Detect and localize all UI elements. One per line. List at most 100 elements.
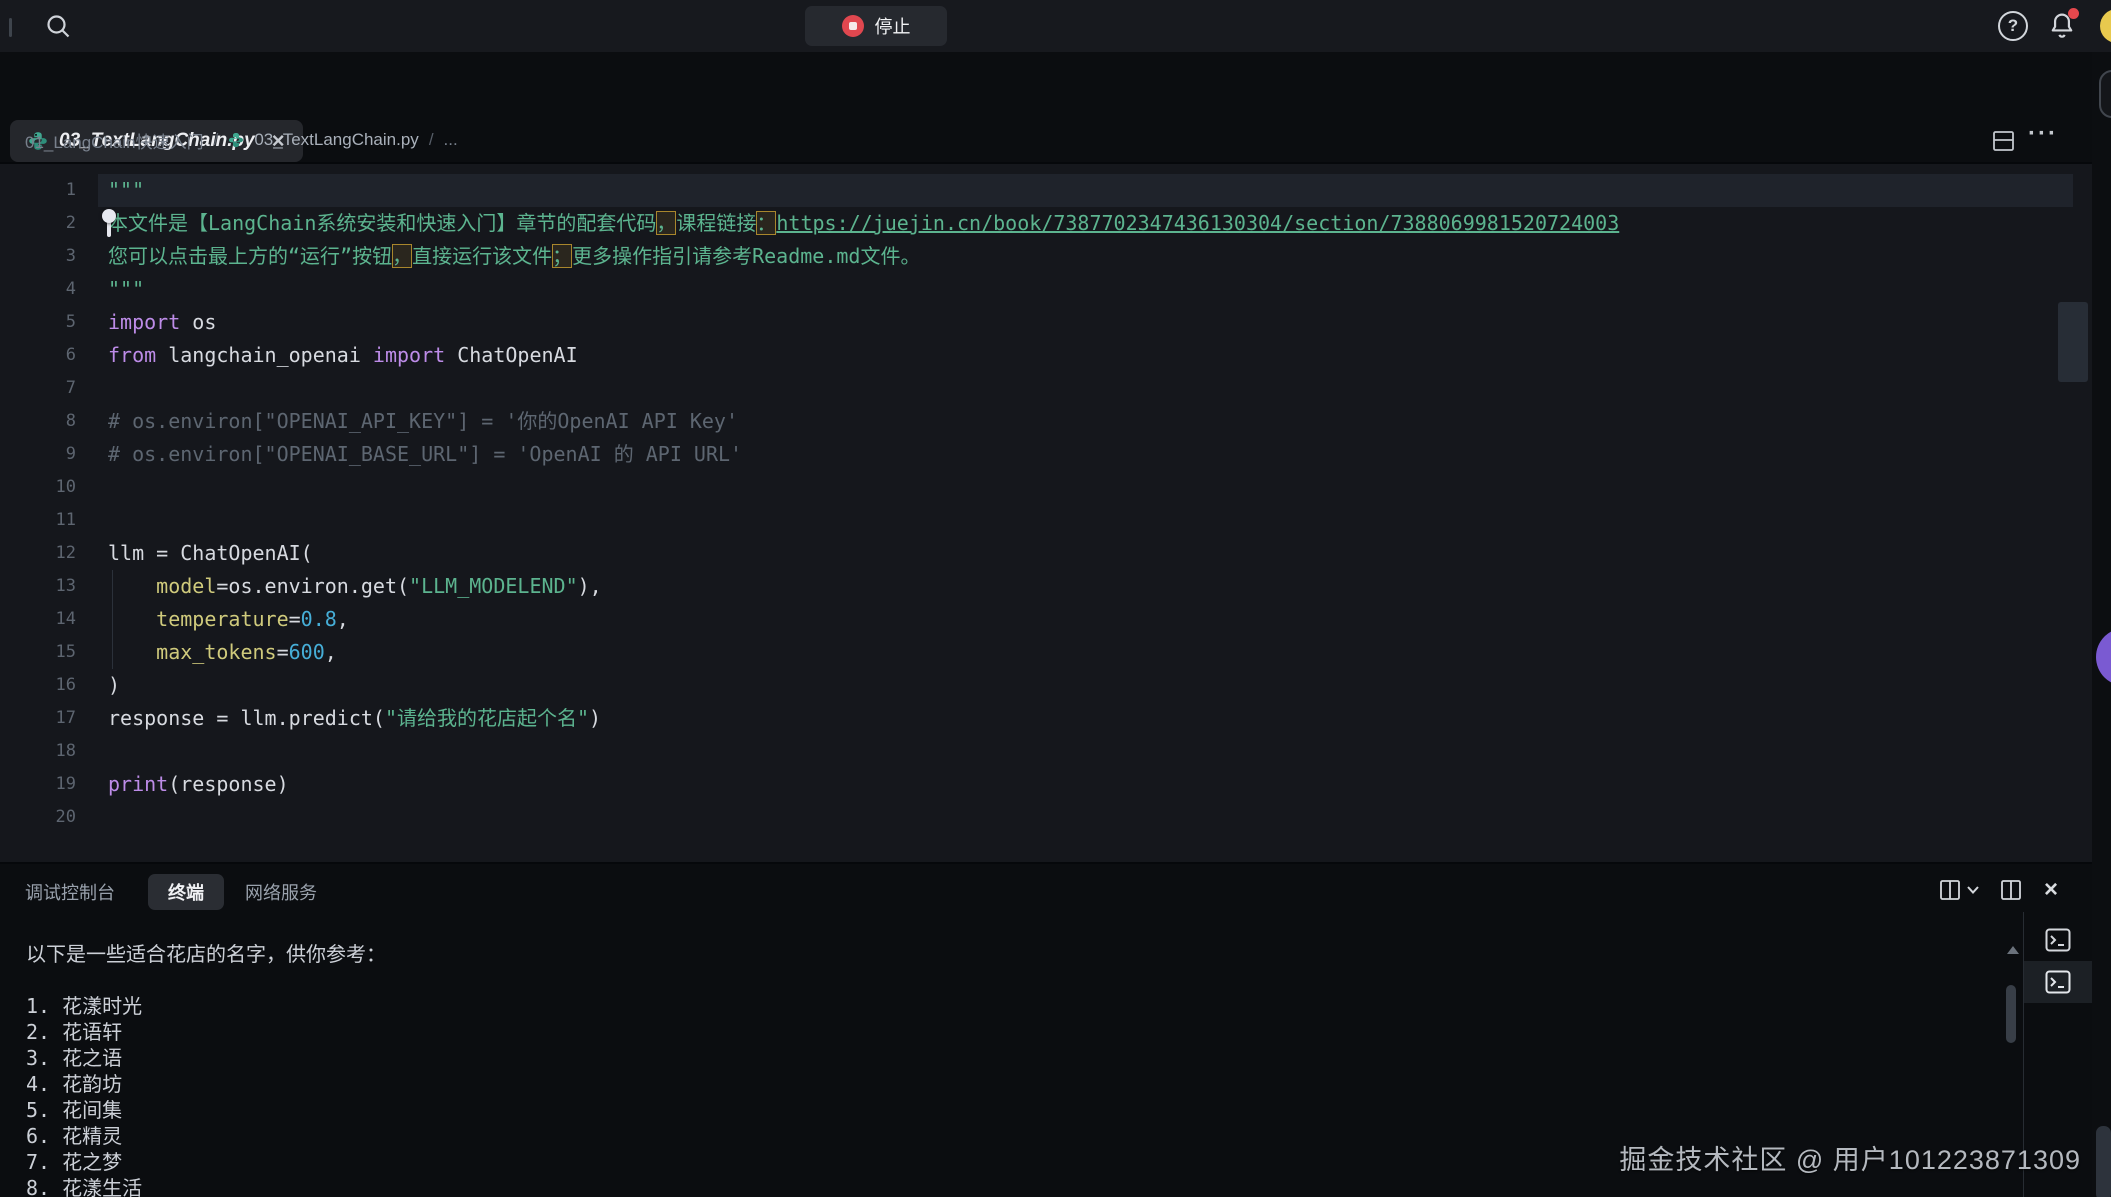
line-number: 9: [0, 438, 76, 471]
code-line-16[interactable]: 16): [0, 669, 2111, 702]
terminal-line: 5. 花间集: [26, 1097, 1986, 1123]
code-line-text: response = llm.predict("请给我的花店起个名"): [108, 702, 601, 735]
code-line-text: model=os.environ.get("LLM_MODELEND"),: [108, 570, 602, 603]
panel-tab-terminal[interactable]: 终端: [148, 874, 224, 910]
code-line-10[interactable]: 10: [0, 471, 2111, 504]
code-line-5[interactable]: 5 import os: [0, 306, 2111, 339]
line-number: 18: [0, 735, 76, 768]
user-avatar[interactable]: [2100, 9, 2111, 43]
code-line-14[interactable]: 14 temperature=0.8,: [0, 603, 2111, 636]
tab-bar: 03_TextLangChain.py × ···: [0, 52, 2111, 118]
notification-badge: [2068, 8, 2079, 19]
watermark: 掘金技术社区 @ 用户101223871309: [1619, 1138, 2081, 1177]
line-number: 15: [0, 636, 76, 669]
app-window: 停止 ? 03_TextLangChain.py ×: [0, 0, 2111, 1197]
panel-tab-network-service[interactable]: 网络服务: [245, 874, 317, 910]
panel-layout-icon[interactable]: [2001, 880, 2021, 900]
line-number: 11: [0, 504, 76, 537]
more-actions-icon[interactable]: ···: [2028, 120, 2058, 148]
code-editor[interactable]: 1 """ 2 本文件是【LangChain系统安装和快速入门】章节的配套代码，课程链…: [0, 162, 2111, 862]
code-line-3[interactable]: 3您可以点击最上方的“运行”按钮，直接运行该文件；更多操作指引请参考Readme…: [0, 240, 2111, 273]
sidebar-edge-indicator: [9, 18, 12, 37]
terminal-line: 8. 花漾生活: [26, 1175, 1986, 1197]
search-icon[interactable]: [44, 12, 72, 40]
code-line-1[interactable]: 1 """: [0, 174, 2111, 207]
breadcrumb-file[interactable]: 03_TextLangChain.py: [254, 130, 418, 150]
page-scrollbar[interactable]: [2096, 1126, 2111, 1197]
code-line-text: # os.environ["OPENAI_BASE_URL"] = 'OpenA…: [108, 438, 742, 471]
code-line-20[interactable]: 20: [0, 801, 2111, 834]
terminal-line: 以下是一些适合花店的名字，供你参考：: [26, 941, 1986, 967]
code-line-text: max_tokens=600,: [108, 636, 337, 669]
terminal-line: 4. 花韵坊: [26, 1071, 1986, 1097]
cursor-marker: [102, 209, 116, 238]
line-number: 4: [0, 273, 76, 306]
line-number: 3: [0, 240, 76, 273]
breadcrumb-separator: /: [429, 130, 434, 150]
code-line-17[interactable]: 17 response = llm.predict("请给我的花店起个名"): [0, 702, 2111, 735]
chevron-down-icon[interactable]: [1966, 885, 1980, 895]
editor-scrollbar[interactable]: [2058, 302, 2088, 382]
line-number: 10: [0, 471, 76, 504]
line-number: 1: [0, 174, 76, 207]
code-line-text: print(response): [108, 768, 289, 801]
line-number: 14: [0, 603, 76, 636]
floating-widget-partial[interactable]: [2099, 70, 2111, 118]
code-line-18[interactable]: 18: [0, 735, 2111, 768]
line-number: 6: [0, 339, 76, 372]
code-line-7[interactable]: 7: [0, 372, 2111, 405]
line-number: 8: [0, 405, 76, 438]
line-number: 19: [0, 768, 76, 801]
line-number: 5: [0, 306, 76, 339]
breadcrumb: 01_LangChain快速入门 / 03_TextLangChain.py /…: [25, 118, 458, 162]
code-line-text: llm = ChatOpenAI(: [108, 537, 313, 570]
code-line-text: # os.environ["OPENAI_API_KEY"] = '你的Open…: [108, 405, 738, 438]
code-line-6[interactable]: 6 from langchain_openai import ChatOpenAI: [0, 339, 2111, 372]
code-line-9[interactable]: 9 # os.environ["OPENAI_BASE_URL"] = 'Open…: [0, 438, 2111, 471]
stop-button[interactable]: 停止: [805, 6, 947, 46]
line-number: 13: [0, 570, 76, 603]
terminal-scrollbar[interactable]: [2006, 985, 2016, 1043]
terminal-line: 1. 花漾时光: [26, 993, 1986, 1019]
scroll-up-arrow[interactable]: [2007, 946, 2019, 954]
line-number: 7: [0, 372, 76, 405]
panel-tab-debug-console[interactable]: 调试控制台: [25, 874, 115, 910]
code-line-15[interactable]: 15 max_tokens=600,: [0, 636, 2111, 669]
bottom-panel: 调试控制台 终端 网络服务 × 以下是一些适合花店的名字，供你参考： 1. 花漾…: [0, 862, 2111, 1197]
code-line-text: from langchain_openai import ChatOpenAI: [108, 339, 578, 372]
terminal-line: 3. 花之语: [26, 1045, 1986, 1071]
code-line-4[interactable]: 4""": [0, 273, 2111, 306]
help-icon[interactable]: ?: [1998, 11, 2028, 41]
breadcrumb-more[interactable]: ...: [444, 130, 458, 150]
python-file-icon: [228, 132, 244, 148]
right-rail: [2092, 52, 2111, 1197]
code-line-text: temperature=0.8,: [108, 603, 349, 636]
terminal-instance-item[interactable]: [2024, 919, 2092, 961]
line-number: 17: [0, 702, 76, 735]
code-line-8[interactable]: 8 # os.environ["OPENAI_API_KEY"] = '你的Ope…: [0, 405, 2111, 438]
code-line-text: """: [108, 174, 144, 207]
breadcrumb-separator: /: [214, 130, 219, 150]
code-line-12[interactable]: 12llm = ChatOpenAI(: [0, 537, 2111, 570]
close-panel-icon[interactable]: ×: [2044, 876, 2058, 904]
top-bar: 停止 ?: [0, 0, 2111, 52]
code-line-text: 本文件是【LangChain系统安装和快速入门】章节的配套代码，课程链接：htt…: [108, 207, 1619, 240]
terminal-instance-item-selected[interactable]: [2024, 961, 2092, 1003]
code-line-19[interactable]: 19 print(response): [0, 768, 2111, 801]
help-glyph: ?: [2008, 16, 2018, 36]
notification-bell-icon[interactable]: [2048, 10, 2078, 42]
code-line-11[interactable]: 11: [0, 504, 2111, 537]
stop-button-label: 停止: [875, 13, 911, 39]
line-number: 20: [0, 801, 76, 834]
line-number: 2: [0, 207, 76, 240]
split-terminal-icon[interactable]: [1940, 880, 1960, 900]
code-line-2[interactable]: 2 本文件是【LangChain系统安装和快速入门】章节的配套代码，课程链接：ht…: [0, 207, 2111, 240]
terminal-line: [26, 967, 1986, 993]
code-line-text: import os: [108, 306, 216, 339]
current-line-highlight: [98, 174, 2073, 207]
stop-icon: [842, 15, 864, 37]
code-line-text: ): [108, 669, 120, 702]
split-editor-icon[interactable]: [1993, 131, 2014, 151]
code-line-13[interactable]: 13 model=os.environ.get("LLM_MODELEND"),: [0, 570, 2111, 603]
breadcrumb-folder[interactable]: 01_LangChain快速入门: [25, 128, 204, 153]
